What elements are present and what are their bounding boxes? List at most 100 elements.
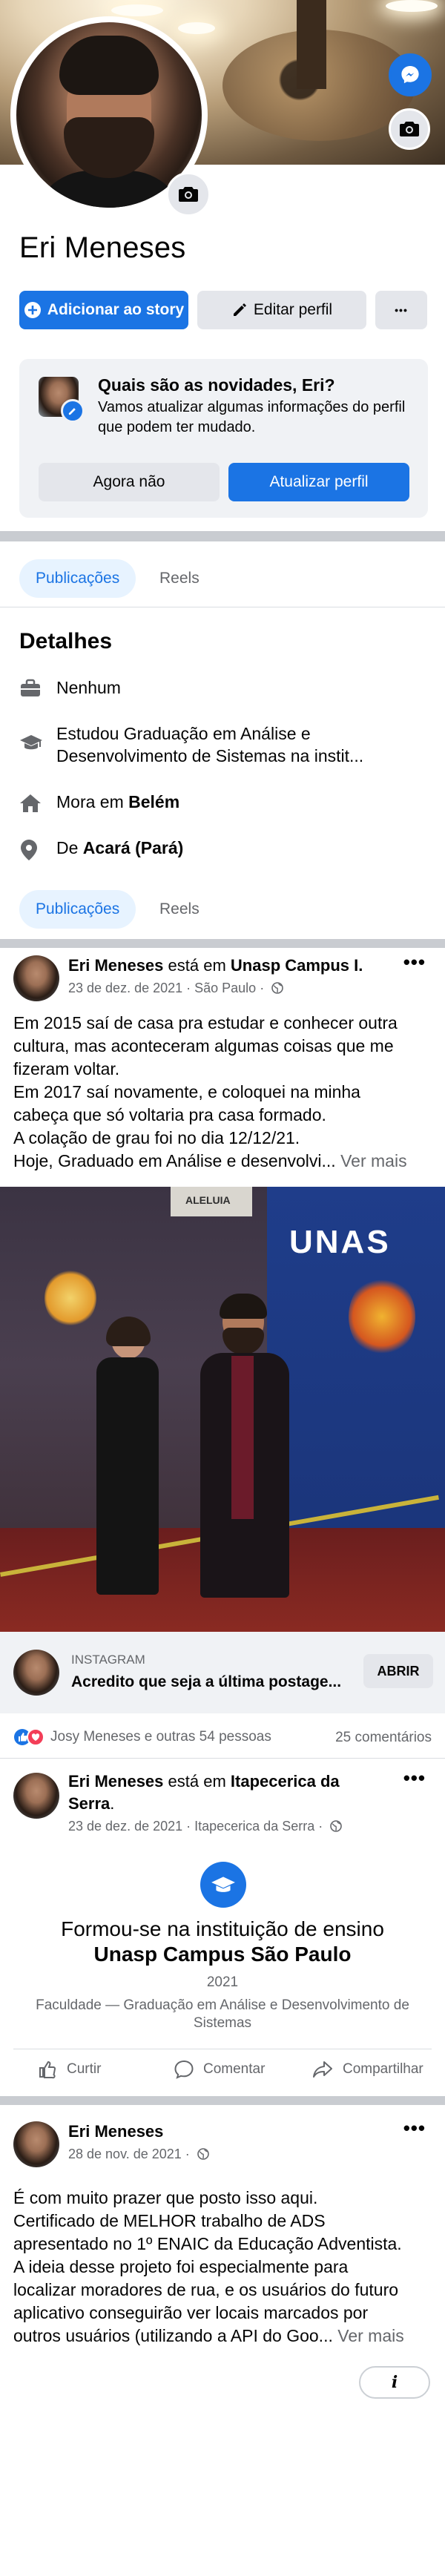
post-meta: 28 de nov. de 2021 · (68, 2147, 209, 2162)
post-line: Em 2015 saí de casa pra estudar e conhec… (13, 1013, 398, 1032)
comments-count[interactable]: 25 comentários (335, 1730, 432, 1746)
reactions-text: Josy Meneses e outras 54 pessoas (50, 1729, 271, 1745)
detail-education[interactable]: Estudou Graduação em Análise e Desenvolv… (19, 722, 363, 767)
post-author-avatar[interactable] (13, 2121, 59, 2167)
life-event-course-line2: Sistemas (193, 2015, 252, 2031)
photo-banner: ALELUIA (185, 1194, 231, 1206)
instagram-caption: Acredito que seja a última postage... (71, 1673, 342, 1690)
post-date[interactable]: 23 de dez. de 2021 · Itapecerica da Serr… (68, 1819, 326, 1834)
post-date[interactable]: 23 de dez. de 2021 · São Paulo · (68, 981, 268, 995)
instagram-open-button[interactable]: ABRIR (363, 1654, 433, 1688)
post-author-avatar[interactable] (13, 1773, 59, 1819)
post-line: Hoje, Graduado em Análise e desenvolvi..… (13, 1151, 336, 1170)
instagram-attachment[interactable]: INSTAGRAM Acredito que seja a última pos… (0, 1632, 445, 1713)
cover-messenger-button[interactable] (389, 53, 432, 96)
love-reaction-icon (27, 1728, 44, 1746)
comment-label: Comentar (203, 2061, 266, 2077)
life-event-year: 2021 (206, 1974, 239, 1990)
post-author-avatar[interactable] (13, 955, 59, 1001)
post-body: Em 2015 saí de casa pra estudar e conhec… (13, 1012, 433, 1173)
post-line: Em 2017 saí novamente, e coloquei na min… (13, 1082, 360, 1101)
post-author-name[interactable]: Eri Meneses (68, 956, 163, 975)
detail-education-line1: Estudou Graduação em Análise e (56, 724, 311, 743)
detail-education-line2: Desenvolvimento de Sistemas na instit... (56, 746, 364, 765)
life-event-line1: Formou-se na instituição de ensino (61, 1917, 384, 1940)
more-dots-icon: ••• (395, 304, 408, 316)
post-author-name[interactable]: Eri Meneses (68, 1772, 163, 1791)
post-checkin-place[interactable]: Unasp Campus I. (231, 956, 363, 975)
post-body: É com muito prazer que posto isso aqui. … (13, 2187, 433, 2348)
post-author-name[interactable]: Eri Meneses (68, 2122, 163, 2141)
detail-work: Nenhum (19, 676, 121, 699)
post-line: apresentado no 1º ENAIC da Educação Adve… (13, 2234, 402, 2253)
briefcase-icon (21, 679, 40, 696)
post-line: outros usuários (utilizando a API do Goo… (13, 2326, 333, 2345)
globe-icon (271, 982, 284, 994)
detail-lives-prefix: Mora em (56, 792, 129, 811)
share-label: Compartilhar (343, 2061, 423, 2077)
post-more-button[interactable]: ••• (403, 2117, 426, 2140)
reactions-summary[interactable]: Josy Meneses e outras 54 pessoas (13, 1728, 271, 1746)
info-button[interactable]: i (359, 2366, 430, 2399)
life-event-course: Faculdade — Graduação em Análise e Desen… (0, 1997, 445, 2032)
cover-camera-button[interactable] (389, 108, 430, 150)
post-line: fizeram voltar. (13, 1059, 120, 1078)
post-checkin-text: está em (163, 1772, 231, 1791)
location-pin-icon (21, 840, 37, 860)
edit-profile-label: Editar perfil (253, 301, 333, 318)
post-header: Eri Meneses (68, 2121, 163, 2142)
post-line: É com muito prazer que posto isso aqui. (13, 2188, 318, 2207)
globe-icon (330, 1820, 343, 1832)
comment-icon (174, 2060, 194, 2079)
comment-button[interactable]: Comentar (174, 2059, 265, 2080)
profile-more-button[interactable]: ••• (375, 291, 427, 329)
post-line: A ideia desse projeto foi especialmente … (13, 2257, 349, 2276)
post-line: localizar moradores de rua, e os usuário… (13, 2280, 399, 2299)
post-meta: 23 de dez. de 2021 · São Paulo · (68, 981, 284, 996)
add-story-button[interactable]: Adicionar ao story (19, 291, 188, 329)
avatar-camera-button[interactable] (166, 172, 211, 217)
instagram-open-label: ABRIR (377, 1663, 420, 1679)
post-line: A colação de grau foi no dia 12/12/21. (13, 1128, 300, 1147)
graduation-cap-icon (20, 735, 42, 750)
see-more-link[interactable]: Ver mais (340, 1151, 406, 1170)
info-icon: i (391, 2373, 398, 2392)
tab-reels-secondary[interactable]: Reels (152, 890, 207, 929)
post-checkin-place-cont[interactable]: Serra (68, 1794, 110, 1813)
pencil-icon (233, 303, 246, 316)
section-divider (0, 531, 445, 541)
tab-publicacoes-label: Publicações (36, 570, 120, 587)
detail-lives-in[interactable]: Mora em Belém (19, 791, 179, 814)
post-header: Eri Meneses está em Itapecerica da (68, 1771, 340, 1792)
see-more-link[interactable]: Ver mais (337, 2326, 403, 2345)
detail-work-text: Nenhum (56, 678, 121, 697)
tab-reels-label: Reels (159, 570, 200, 587)
share-button[interactable]: Compartilhar (312, 2059, 423, 2080)
prompt-update-label: Atualizar perfil (269, 473, 369, 490)
section-divider (0, 939, 445, 948)
post-line: aplicativo conseguirão ver locais marcad… (13, 2303, 369, 2322)
photo-sign: UNAS (289, 1224, 391, 1260)
edit-profile-button[interactable]: Editar perfil (197, 291, 366, 329)
post-line: cultura, mas aconteceram algumas coisas … (13, 1036, 394, 1055)
detail-from[interactable]: De Acará (Pará) (19, 837, 183, 861)
post-header-continued: Serra. (68, 1793, 114, 1814)
post-line: Certificado de MELHOR trabalho de ADS (13, 2211, 326, 2230)
prompt-update-button[interactable]: Atualizar perfil (228, 463, 409, 501)
add-story-label: Adicionar ao story (47, 301, 185, 318)
tab-publicacoes[interactable]: Publicações (19, 559, 136, 598)
prompt-dismiss-button[interactable]: Agora não (39, 463, 220, 501)
detail-from-city: Acará (Pará) (82, 838, 184, 857)
tab-reels-label: Reels (159, 900, 200, 918)
post-photo[interactable]: UNAS ALELUIA (0, 1187, 445, 1632)
like-button[interactable]: Curtir (37, 2059, 101, 2080)
camera-icon (179, 187, 198, 202)
post-date[interactable]: 28 de nov. de 2021 · (68, 2147, 194, 2161)
tab-publicacoes-secondary[interactable]: Publicações (19, 890, 136, 929)
post-checkin-place[interactable]: Itapecerica da (231, 1772, 340, 1791)
post-more-button[interactable]: ••• (403, 1767, 426, 1790)
tab-reels[interactable]: Reels (152, 559, 207, 598)
home-icon (20, 794, 41, 812)
post-more-button[interactable]: ••• (403, 951, 426, 974)
detail-lives-city: Belém (128, 792, 180, 811)
